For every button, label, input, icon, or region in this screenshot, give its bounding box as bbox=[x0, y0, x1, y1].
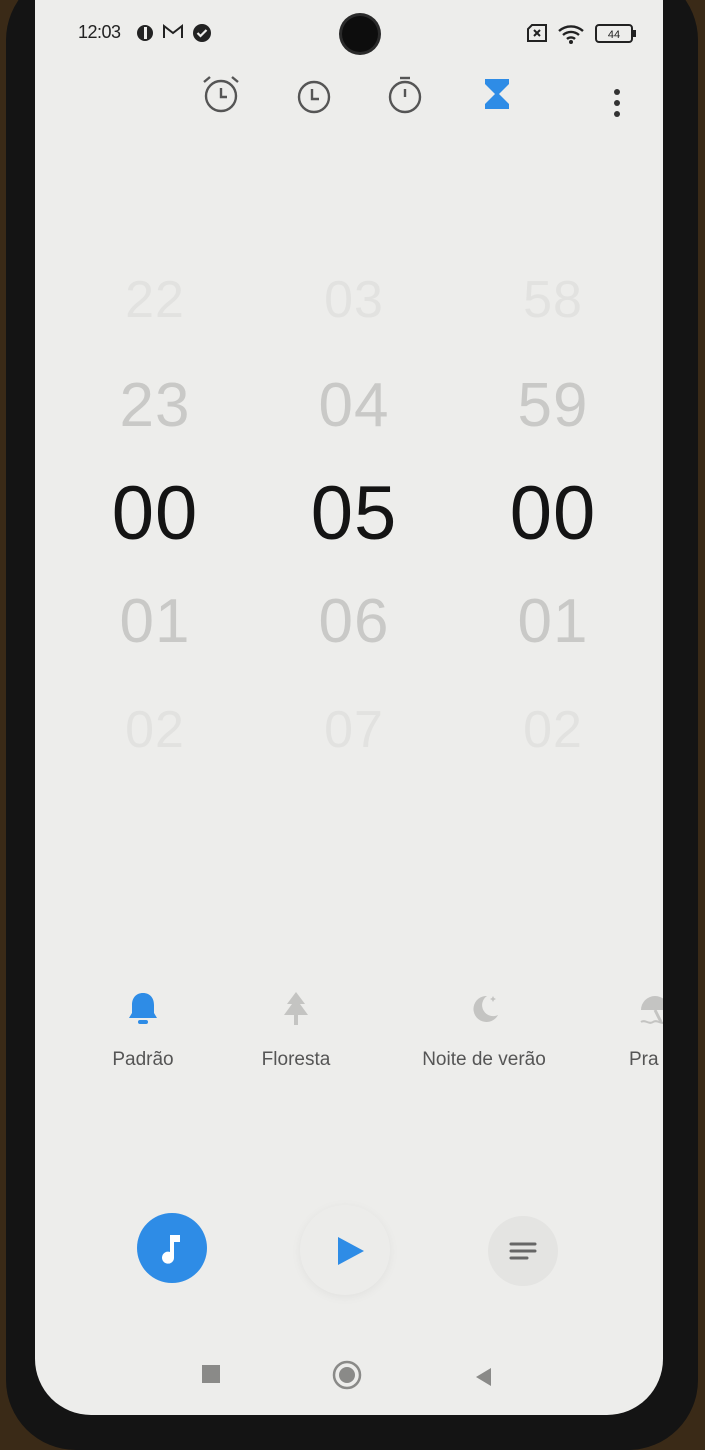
battery-icon: 44 bbox=[595, 24, 636, 43]
seconds-next: 01 bbox=[517, 587, 589, 656]
seconds-prev2: 58 bbox=[523, 271, 583, 329]
presets-button[interactable] bbox=[488, 1216, 558, 1286]
minutes-next2: 07 bbox=[324, 701, 384, 759]
alarm-clock-icon[interactable] bbox=[200, 73, 242, 115]
sound-label-floresta: Floresta bbox=[261, 1049, 331, 1070]
gmail-icon bbox=[163, 23, 183, 38]
more-options-icon[interactable] bbox=[610, 88, 624, 120]
hours-picker[interactable]: 22 23 00 01 02 bbox=[70, 230, 240, 790]
sound-label-padrao: Padrão bbox=[112, 1049, 174, 1070]
minutes-picker[interactable]: 03 04 05 06 07 bbox=[269, 230, 439, 790]
seconds-picker[interactable]: 58 59 00 01 02 bbox=[468, 230, 638, 790]
recents-square-icon[interactable] bbox=[201, 1364, 221, 1384]
play-icon bbox=[338, 1237, 364, 1265]
hours-prev: 23 bbox=[119, 371, 191, 440]
hours-selected: 00 bbox=[111, 471, 199, 556]
seconds-prev: 59 bbox=[517, 371, 589, 440]
music-note-icon bbox=[162, 1235, 180, 1264]
sim-blocked-icon bbox=[527, 24, 547, 42]
phone-screen: 12:03 44 22 23 00 01 02 03 04 05 06 07 5… bbox=[35, 0, 663, 1415]
minutes-next: 06 bbox=[318, 587, 390, 656]
sound-option-padrao[interactable]: Padrão bbox=[98, 990, 188, 1071]
music-button[interactable] bbox=[137, 1213, 207, 1283]
sound-option-praia[interactable]: Pra bbox=[629, 990, 663, 1071]
home-circle-icon[interactable] bbox=[332, 1360, 362, 1390]
back-triangle-icon[interactable] bbox=[473, 1366, 495, 1388]
clock-icon[interactable] bbox=[293, 73, 335, 115]
tree-icon bbox=[284, 992, 308, 1025]
hours-prev2: 22 bbox=[125, 271, 185, 329]
minutes-prev2: 03 bbox=[324, 271, 384, 329]
front-camera bbox=[342, 16, 378, 52]
check-circle-icon bbox=[193, 24, 211, 42]
sound-label-praia: Pra bbox=[629, 1049, 659, 1070]
umbrella-beach-icon bbox=[640, 996, 663, 1024]
seconds-next2: 02 bbox=[523, 701, 583, 759]
hours-next: 01 bbox=[119, 587, 191, 656]
minutes-prev: 04 bbox=[318, 371, 390, 440]
hours-next2: 02 bbox=[125, 701, 185, 759]
list-icon bbox=[509, 1242, 537, 1260]
sound-option-floresta[interactable]: Floresta bbox=[246, 990, 346, 1071]
seconds-selected: 00 bbox=[509, 471, 597, 556]
status-time: 12:03 bbox=[78, 22, 121, 42]
hourglass-icon[interactable] bbox=[476, 73, 518, 115]
battery-level: 44 bbox=[608, 29, 620, 41]
stopwatch-icon[interactable] bbox=[384, 73, 426, 115]
notification-app-icon bbox=[137, 25, 153, 41]
moon-icon bbox=[473, 995, 498, 1022]
sound-option-noite-de-verao[interactable]: Noite de verão bbox=[406, 990, 562, 1071]
minutes-selected: 05 bbox=[310, 471, 398, 556]
sound-label-noite-de-verao: Noite de verão bbox=[422, 1049, 546, 1070]
bell-icon bbox=[129, 993, 157, 1024]
start-button[interactable] bbox=[300, 1205, 390, 1295]
wifi-icon bbox=[558, 25, 584, 44]
